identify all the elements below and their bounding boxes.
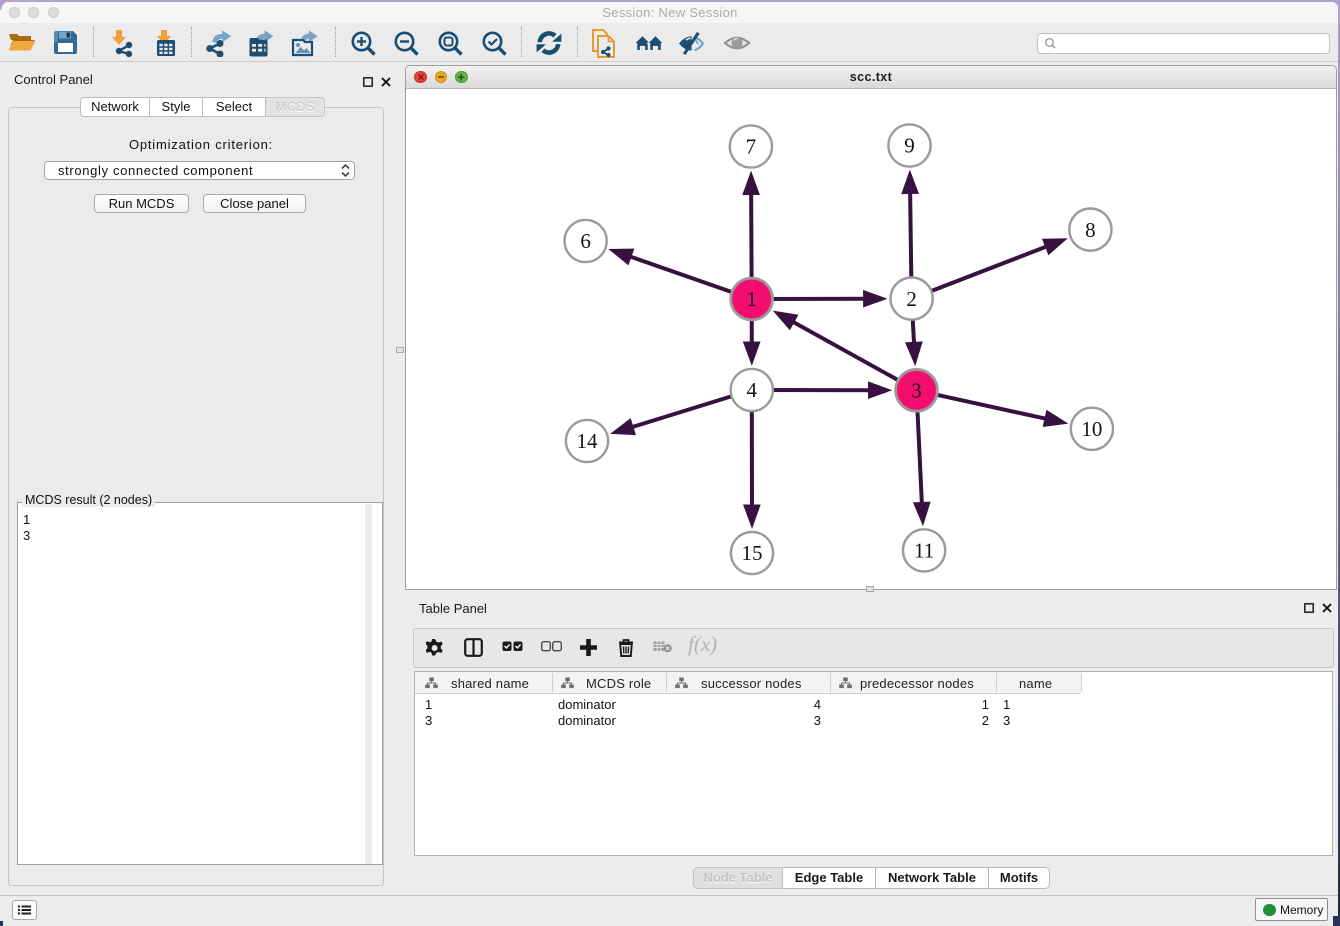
svg-text:7: 7 — [746, 135, 757, 159]
svg-text:4: 4 — [747, 378, 758, 402]
svg-text:10: 10 — [1081, 417, 1102, 441]
svg-text:3: 3 — [911, 379, 922, 403]
svg-text:14: 14 — [577, 429, 599, 453]
svg-text:8: 8 — [1085, 218, 1096, 242]
svg-text:11: 11 — [914, 539, 934, 563]
svg-text:15: 15 — [742, 541, 763, 565]
svg-text:1: 1 — [746, 287, 757, 311]
svg-text:9: 9 — [904, 134, 915, 158]
svg-text:6: 6 — [580, 229, 591, 253]
svg-text:2: 2 — [906, 287, 917, 311]
